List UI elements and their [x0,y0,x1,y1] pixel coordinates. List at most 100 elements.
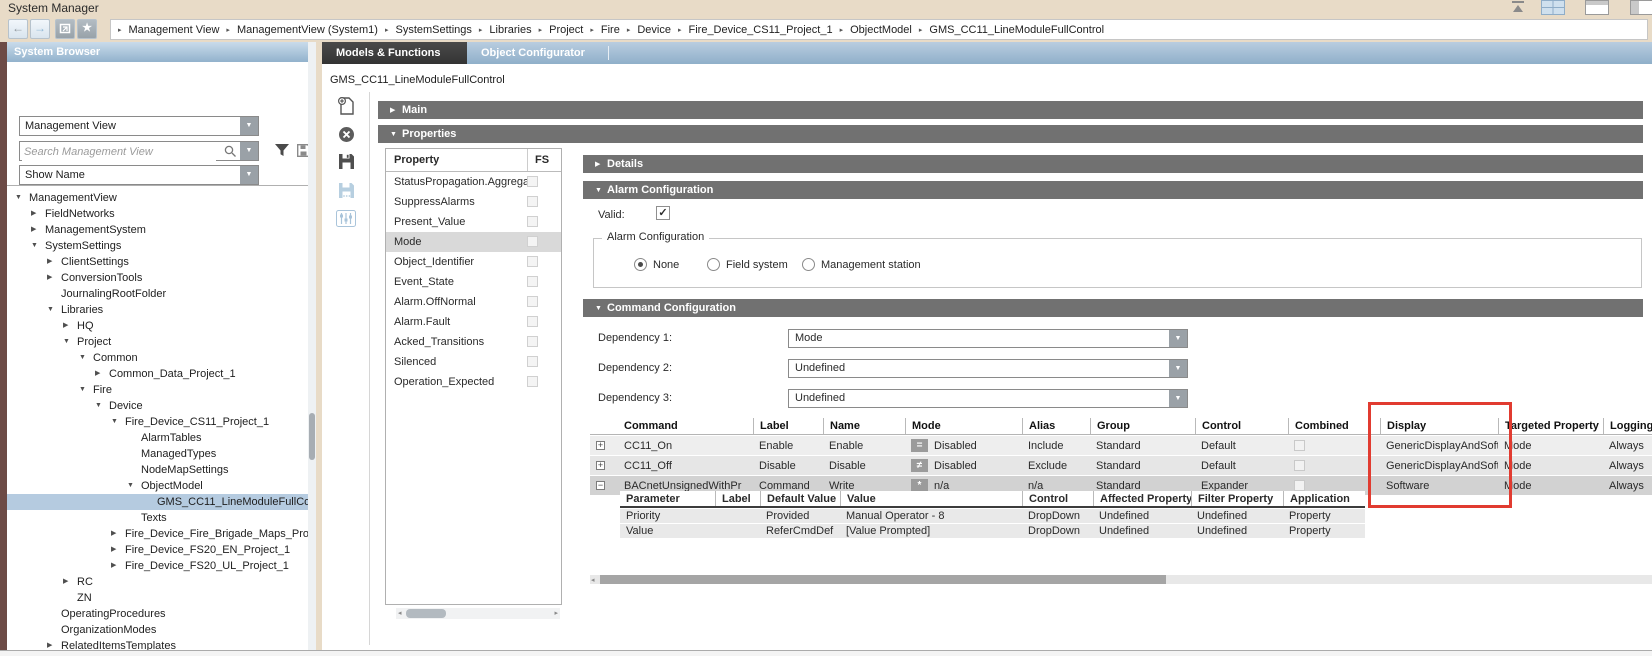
section-main[interactable]: ▶Main [378,101,1643,119]
view-selector-dropdown[interactable]: Management View ▼ [19,116,259,136]
fs-checkbox[interactable] [527,176,538,187]
collapsed-icon[interactable]: ▶ [111,542,125,558]
tree-item-FieldNetworks[interactable]: ▶FieldNetworks [7,206,308,222]
property-row-Alarm.OffNormal[interactable]: Alarm.OffNormal [386,292,561,312]
expand-icon[interactable]: + [596,441,605,450]
settings-sliders-icon-disabled[interactable] [336,210,356,230]
param-column-header-filter-property[interactable]: Filter Property [1191,491,1283,506]
main-scroll-thumb[interactable] [600,575,1166,584]
expanded-icon[interactable]: ▼ [79,382,93,398]
scroll-left-icon[interactable]: ◂ [591,576,595,585]
tree-item-GMS_CC11_LineModuleFullControl[interactable]: GMS_CC11_LineModuleFullControl [7,494,308,510]
param-column-header-parameter[interactable]: Parameter [620,491,715,506]
parameter-row-Priority[interactable]: PriorityProvidedManual Operator - 8DropD… [620,509,1365,523]
expanded-icon[interactable]: ▼ [31,238,45,254]
dependency-3-arrow-button[interactable]: ▼ [1169,390,1187,407]
fs-checkbox[interactable] [527,196,538,207]
breadcrumb-item[interactable]: Fire_Device_CS11_Project_1 [689,24,833,36]
breadcrumb-item[interactable]: ObjectModel [850,24,912,36]
save-icon[interactable] [336,153,356,173]
breadcrumb-item[interactable]: GMS_CC11_LineModuleFullControl [929,24,1104,36]
fs-checkbox[interactable] [527,236,538,247]
param-column-header-affected-property[interactable]: Affected Property [1093,491,1191,506]
back-button[interactable]: ← [8,19,28,39]
column-header-label[interactable]: Label [753,418,823,434]
tree-item-ManagementView[interactable]: ▼ManagementView [7,190,308,206]
expanded-icon[interactable]: ▼ [47,302,61,318]
column-header-targeted-property[interactable]: Targeted Property [1498,418,1603,434]
collapsed-icon[interactable]: ▶ [111,558,125,574]
breadcrumb-item[interactable]: Device [637,24,671,36]
tree-item-Fire_Device_CS11_Project_1[interactable]: ▼Fire_Device_CS11_Project_1 [7,414,308,430]
combined-checkbox[interactable] [1294,440,1305,451]
new-object-icon[interactable] [336,96,356,116]
dependency-1-dropdown[interactable]: Mode ▼ [788,329,1188,348]
param-column-header-default-value[interactable]: Default Value [760,491,840,506]
collapsed-icon[interactable]: ▶ [63,318,77,334]
filter-icon[interactable] [274,143,290,161]
collapsed-icon[interactable]: ▶ [47,638,61,650]
breadcrumb-item[interactable]: ManagementView (System1) [237,24,378,36]
tree-item-Common[interactable]: ▼Common [7,350,308,366]
property-row-StatusPropagation.Aggregat[interactable]: StatusPropagation.Aggregat [386,172,561,192]
column-header-group[interactable]: Group [1090,418,1195,434]
expanded-icon[interactable]: ▼ [63,334,77,350]
search-input[interactable] [22,143,216,161]
tree-item-RC[interactable]: ▶RC [7,574,308,590]
radio-field-system[interactable]: Field system [707,258,788,271]
radio-none[interactable]: None [634,258,679,271]
column-header-alias[interactable]: Alias [1022,418,1090,434]
scroll-right-icon[interactable]: ▸ [554,609,558,618]
valid-checkbox[interactable]: ✓ [656,206,670,220]
command-row-CC11_Off[interactable]: +CC11_OffDisableDisable≠DisabledExcludeS… [590,456,1652,475]
collapsed-icon[interactable]: ▶ [31,222,45,238]
collapsed-icon[interactable]: ▶ [47,270,61,286]
tree-item-ZN[interactable]: ZN [7,590,308,606]
property-row-Operation_Expected[interactable]: Operation_Expected [386,372,561,392]
tree-item-ManagedTypes[interactable]: ManagedTypes [7,446,308,462]
column-header-display[interactable]: Display [1380,418,1498,434]
param-column-header-control[interactable]: Control [1022,491,1093,506]
tree-item-Fire[interactable]: ▼Fire [7,382,308,398]
save-as-icon-disabled[interactable] [336,182,356,202]
tree-scrollbar[interactable] [308,42,316,650]
property-row-Present_Value[interactable]: Present_Value [386,212,561,232]
fs-checkbox[interactable] [527,376,538,387]
param-column-header-label[interactable]: Label [715,491,760,506]
display-mode-arrow-button[interactable]: ▼ [240,166,258,184]
fs-checkbox[interactable] [527,296,538,307]
collapse-panel-icon[interactable] [1511,0,1525,17]
tab-models-functions[interactable]: Models & Functions [322,42,467,64]
dependency-3-dropdown[interactable]: Undefined ▼ [788,389,1188,408]
breadcrumb-item[interactable]: Management View [129,24,220,36]
breadcrumb-item[interactable]: SystemSettings [395,24,471,36]
tree-item-ClientSettings[interactable]: ▶ClientSettings [7,254,308,270]
property-row-Mode[interactable]: Mode [386,232,561,252]
jump-to-node-button[interactable] [55,19,75,39]
breadcrumb-item[interactable]: Project [549,24,583,36]
tree-item-Project[interactable]: ▼Project [7,334,308,350]
tree-item-Device[interactable]: ▼Device [7,398,308,414]
tree-item-HQ[interactable]: ▶HQ [7,318,308,334]
tree-item-NodeMapSettings[interactable]: NodeMapSettings [7,462,308,478]
expanded-icon[interactable]: ▼ [95,398,109,414]
delete-object-icon[interactable] [336,126,356,146]
tree-item-Fire_Device_FS20_UL_Project_1[interactable]: ▶Fire_Device_FS20_UL_Project_1 [7,558,308,574]
collapsed-icon[interactable]: ▶ [31,206,45,222]
expanded-icon[interactable]: ▼ [111,414,125,430]
collapsed-icon[interactable]: ▶ [111,526,125,542]
expand-icon[interactable]: + [596,461,605,470]
expanded-icon[interactable]: ▼ [79,350,93,366]
main-hscrollbar[interactable]: ◂ [590,575,1652,584]
breadcrumb-item[interactable]: Fire [601,24,620,36]
tree-item-OperatingProcedures[interactable]: OperatingProcedures [7,606,308,622]
tree-item-Fire_Device_Fire_Brigade_Maps_Project_1[interactable]: ▶Fire_Device_Fire_Brigade_Maps_Project_1 [7,526,308,542]
expanded-icon[interactable]: ▼ [127,478,141,494]
section-properties[interactable]: ▼Properties [378,125,1643,143]
collapsed-icon[interactable]: ▶ [63,574,77,590]
tab-object-configurator[interactable]: Object Configurator [467,42,608,64]
param-column-header-value[interactable]: Value [840,491,1022,506]
column-header-name[interactable]: Name [823,418,905,434]
tree-item-ObjectModel[interactable]: ▼ObjectModel [7,478,308,494]
tree-item-OrganizationModes[interactable]: OrganizationModes [7,622,308,638]
